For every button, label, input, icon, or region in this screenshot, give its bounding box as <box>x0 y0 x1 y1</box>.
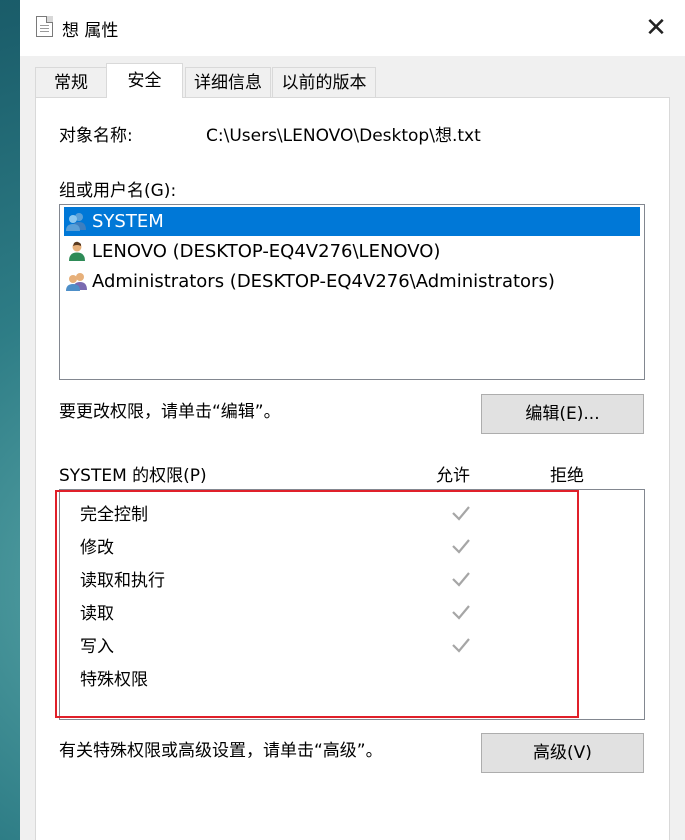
advanced-button-label: 高级(V) <box>533 743 592 763</box>
properties-dialog: 想 属性 ✕ 常规 安全 详细信息 以前的版本 对象名称: C:\Users\L… <box>20 0 685 840</box>
group-item-label: Administrators (DESKTOP-EQ4V276\Administ… <box>92 271 555 292</box>
advanced-hint-text: 有关特殊权限或高级设置，请单击“高级”。 <box>59 741 383 761</box>
groups-listbox[interactable]: SYSTEM LENOVO (DESKTOP-EQ4V276\LENOVO) A… <box>59 204 645 380</box>
tab-details[interactable]: 详细信息 <box>185 67 271 97</box>
edit-button[interactable]: 编辑(E)... <box>481 394 644 434</box>
edit-hint-text: 要更改权限，请单击“编辑”。 <box>59 402 281 422</box>
tab-previous-versions[interactable]: 以前的版本 <box>272 67 376 97</box>
close-button[interactable]: ✕ <box>627 0 685 56</box>
object-name-label: 对象名称: <box>59 126 133 146</box>
tab-general-label: 常规 <box>54 73 88 93</box>
group-item-system[interactable]: SYSTEM <box>64 207 640 236</box>
title-bar[interactable]: 想 属性 ✕ <box>20 0 685 56</box>
group-users-icon <box>66 273 87 291</box>
highlight-annotation-box <box>55 490 579 718</box>
window-title: 想 属性 <box>62 21 119 41</box>
tab-security[interactable]: 安全 <box>106 63 183 98</box>
tab-details-label: 详细信息 <box>194 73 262 93</box>
edit-button-label: 编辑(E)... <box>525 404 600 424</box>
allow-column-header: 允许 <box>436 466 470 486</box>
user-icon <box>69 241 85 261</box>
tab-security-label: 安全 <box>127 71 162 91</box>
group-item-label: SYSTEM <box>92 211 164 232</box>
object-name-value: C:\Users\LENOVO\Desktop\想.txt <box>206 126 481 146</box>
permissions-label: SYSTEM 的权限(P) <box>59 466 207 486</box>
group-item-administrators[interactable]: Administrators (DESKTOP-EQ4V276\Administ… <box>64 267 640 296</box>
groups-label: 组或用户名(G): <box>59 181 177 201</box>
text-file-icon <box>36 16 53 37</box>
deny-column-header: 拒绝 <box>550 466 584 486</box>
group-item-label: LENOVO (DESKTOP-EQ4V276\LENOVO) <box>92 241 441 262</box>
tab-previous-versions-label: 以前的版本 <box>281 73 367 93</box>
group-users-icon <box>66 213 86 231</box>
tab-general[interactable]: 常规 <box>35 67 107 97</box>
close-icon: ✕ <box>645 13 667 43</box>
advanced-button[interactable]: 高级(V) <box>481 733 644 773</box>
group-item-lenovo[interactable]: LENOVO (DESKTOP-EQ4V276\LENOVO) <box>64 237 640 266</box>
